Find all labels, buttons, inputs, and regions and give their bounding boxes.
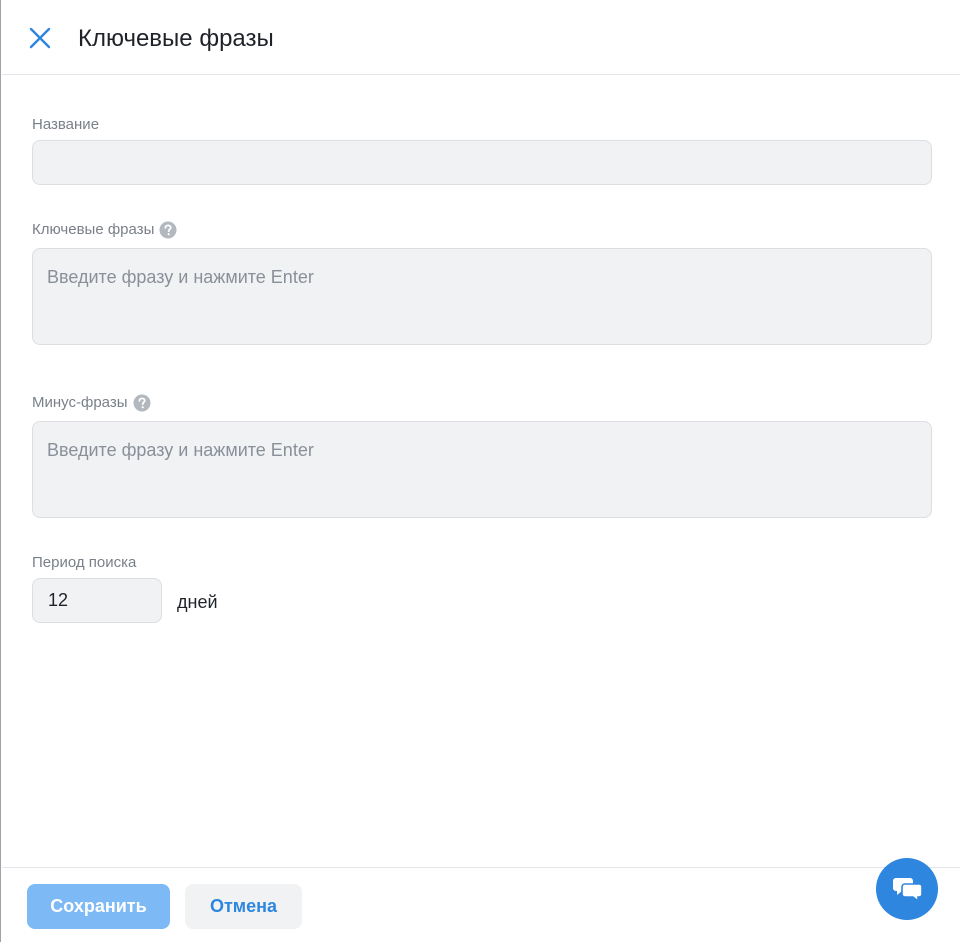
keywords-textarea[interactable] bbox=[32, 248, 932, 345]
search-period-unit: дней bbox=[177, 592, 218, 612]
page-title: Ключевые фразы bbox=[78, 25, 274, 52]
question-circle-icon bbox=[133, 394, 151, 412]
question-circle-icon bbox=[159, 221, 177, 239]
save-button[interactable]: Сохранить bbox=[27, 884, 170, 929]
close-icon bbox=[29, 27, 51, 49]
minus-phrases-textarea[interactable] bbox=[32, 421, 932, 518]
panel-footer: Сохранить Отмена bbox=[2, 867, 960, 942]
close-button[interactable] bbox=[27, 25, 53, 51]
search-period-input[interactable] bbox=[32, 578, 162, 623]
keywords-label: Ключевые фразы bbox=[32, 220, 177, 240]
minus-phrases-help-button[interactable] bbox=[133, 394, 151, 412]
chat-button[interactable] bbox=[876, 858, 938, 920]
name-label-text: Название bbox=[32, 116, 100, 133]
keywords-help-button[interactable] bbox=[159, 221, 177, 239]
keyword-phrases-panel: Ключевые фразы Название Ключевые фразы М… bbox=[0, 0, 960, 942]
keywords-label-text: Ключевые фразы bbox=[32, 221, 155, 238]
cancel-button[interactable]: Отмена bbox=[185, 884, 302, 929]
minus-phrases-label: Минус-фразы bbox=[32, 393, 151, 413]
search-period-label-text: Период поиска bbox=[32, 554, 137, 571]
name-label: Название bbox=[32, 115, 99, 135]
chat-bubbles-icon bbox=[893, 878, 923, 903]
minus-phrases-label-text: Минус-фразы bbox=[32, 394, 128, 411]
panel-header: Ключевые фразы bbox=[2, 0, 960, 75]
search-period-label: Период поиска bbox=[32, 553, 136, 573]
name-input[interactable] bbox=[32, 140, 932, 185]
